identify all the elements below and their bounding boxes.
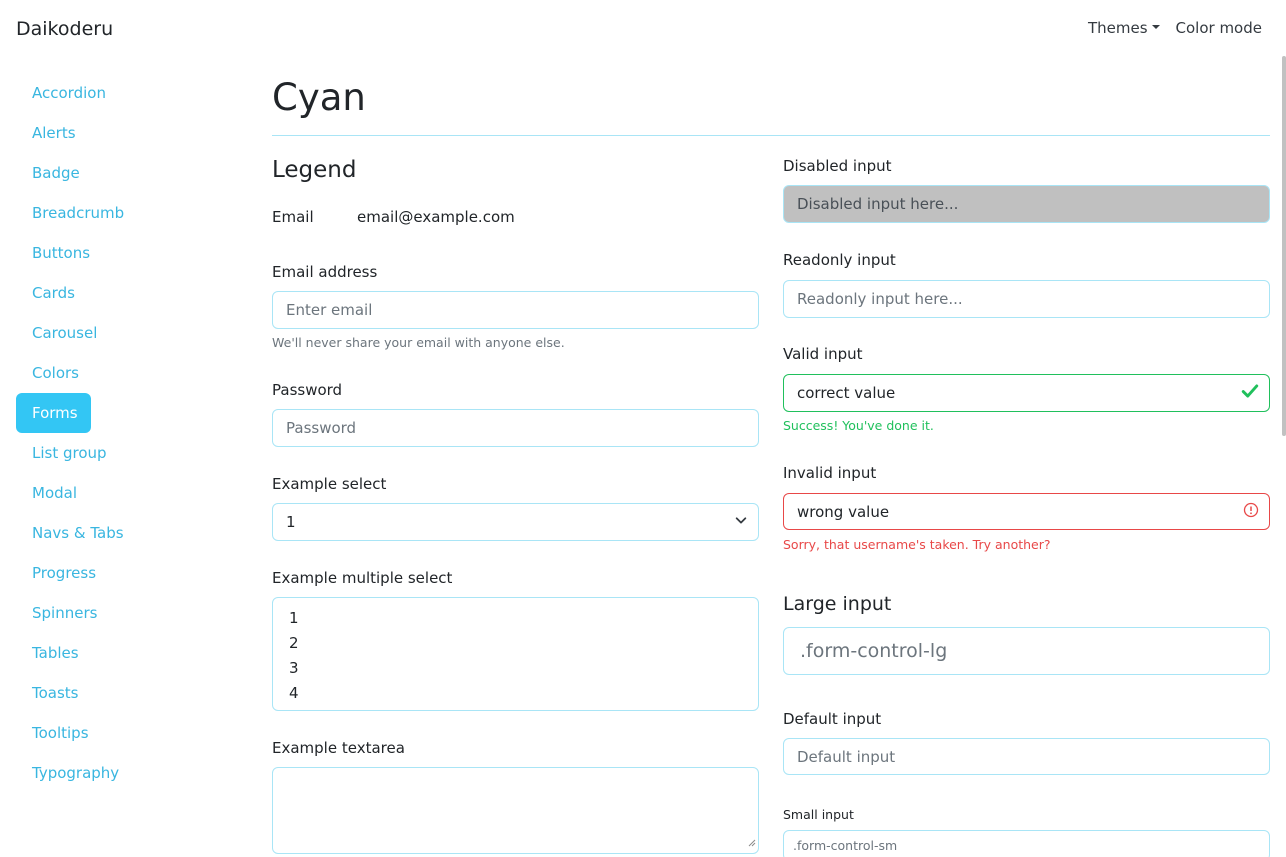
default-input-label: Default input	[783, 710, 882, 728]
error-circle-icon	[1243, 502, 1259, 522]
sidebar-item-forms[interactable]: Forms	[16, 393, 91, 433]
title-divider	[272, 135, 1270, 136]
multi-option[interactable]: 3	[289, 656, 299, 681]
multi-option[interactable]: 4	[289, 681, 299, 706]
sidebar-item-navs-tabs[interactable]: Navs & Tabs	[16, 513, 216, 553]
multi-select-label: Example multiple select	[272, 569, 453, 587]
email-label: Email address	[272, 263, 378, 281]
textarea-label: Example textarea	[272, 739, 405, 757]
multi-option[interactable]: 2	[289, 631, 299, 656]
static-email-label: Email	[272, 208, 314, 226]
legend-heading: Legend	[272, 157, 357, 183]
valid-feedback: Success! You've done it.	[783, 418, 934, 433]
resize-grip-icon[interactable]	[748, 833, 756, 851]
check-icon	[1241, 382, 1259, 404]
invalid-value: wrong value	[797, 502, 890, 521]
sidebar-item-modal[interactable]: Modal	[16, 473, 216, 513]
sidebar-item-buttons[interactable]: Buttons	[16, 233, 216, 273]
sidebar-item-carousel[interactable]: Carousel	[16, 313, 216, 353]
email-input[interactable]: Enter email	[272, 291, 759, 329]
sidebar-item-colors[interactable]: Colors	[16, 353, 216, 393]
sidebar-item-cards[interactable]: Cards	[16, 273, 216, 313]
sidebar-item-breadcrumb[interactable]: Breadcrumb	[16, 193, 216, 233]
example-select[interactable]: 1	[272, 503, 759, 541]
password-input[interactable]: Password	[272, 409, 759, 447]
sidebar: Accordion Alerts Badge Breadcrumb Button…	[16, 73, 216, 793]
invalid-label: Invalid input	[783, 464, 877, 482]
sidebar-item-list-group[interactable]: List group	[16, 433, 216, 473]
valid-input[interactable]: correct value	[783, 374, 1270, 412]
multi-option[interactable]: 1	[289, 606, 299, 631]
sidebar-item-badge[interactable]: Badge	[16, 153, 216, 193]
nav-right: Themes Color mode	[1088, 19, 1262, 37]
sidebar-item-tables[interactable]: Tables	[16, 633, 216, 673]
password-label: Password	[272, 381, 343, 399]
sidebar-item-accordion[interactable]: Accordion	[16, 73, 216, 113]
example-textarea[interactable]	[272, 767, 759, 854]
brand[interactable]: Daikoderu	[16, 18, 113, 40]
caret-down-icon	[1151, 25, 1160, 29]
sidebar-item-toasts[interactable]: Toasts	[16, 673, 216, 713]
large-input[interactable]: .form-control-lg	[783, 627, 1270, 675]
large-input-heading: Large input	[783, 593, 892, 615]
small-input[interactable]: .form-control-sm	[783, 830, 1270, 857]
sidebar-item-spinners[interactable]: Spinners	[16, 593, 216, 633]
color-mode-link[interactable]: Color mode	[1176, 19, 1262, 37]
readonly-label: Readonly input	[783, 251, 896, 269]
small-input-label: Small input	[783, 807, 854, 822]
static-email-value: email@example.com	[357, 208, 515, 226]
disabled-input: Disabled input here...	[783, 185, 1270, 223]
sidebar-item-progress[interactable]: Progress	[16, 553, 216, 593]
readonly-input[interactable]: Readonly input here...	[783, 280, 1270, 318]
invalid-feedback: Sorry, that username's taken. Try anothe…	[783, 537, 1051, 552]
default-input[interactable]: Default input	[783, 738, 1270, 775]
sidebar-item-alerts[interactable]: Alerts	[16, 113, 216, 153]
sidebar-item-typography[interactable]: Typography	[16, 753, 216, 793]
themes-label: Themes	[1087, 19, 1148, 37]
navbar: Daikoderu Themes Color mode	[0, 0, 1286, 60]
valid-value: correct value	[797, 384, 896, 402]
example-multiple-select[interactable]: 1 2 3 4	[272, 597, 759, 711]
select-label: Example select	[272, 475, 387, 493]
themes-dropdown[interactable]: Themes	[1088, 19, 1160, 37]
sidebar-item-tooltips[interactable]: Tooltips	[16, 713, 216, 753]
chevron-down-icon	[734, 513, 748, 531]
valid-label: Valid input	[783, 345, 863, 363]
email-help: We'll never share your email with anyone…	[272, 335, 565, 350]
scrollbar-thumb[interactable]	[1282, 56, 1286, 436]
page-title: Cyan	[272, 76, 366, 119]
select-value: 1	[286, 513, 296, 531]
invalid-input[interactable]: wrong value	[783, 493, 1270, 530]
disabled-label: Disabled input	[783, 157, 892, 175]
